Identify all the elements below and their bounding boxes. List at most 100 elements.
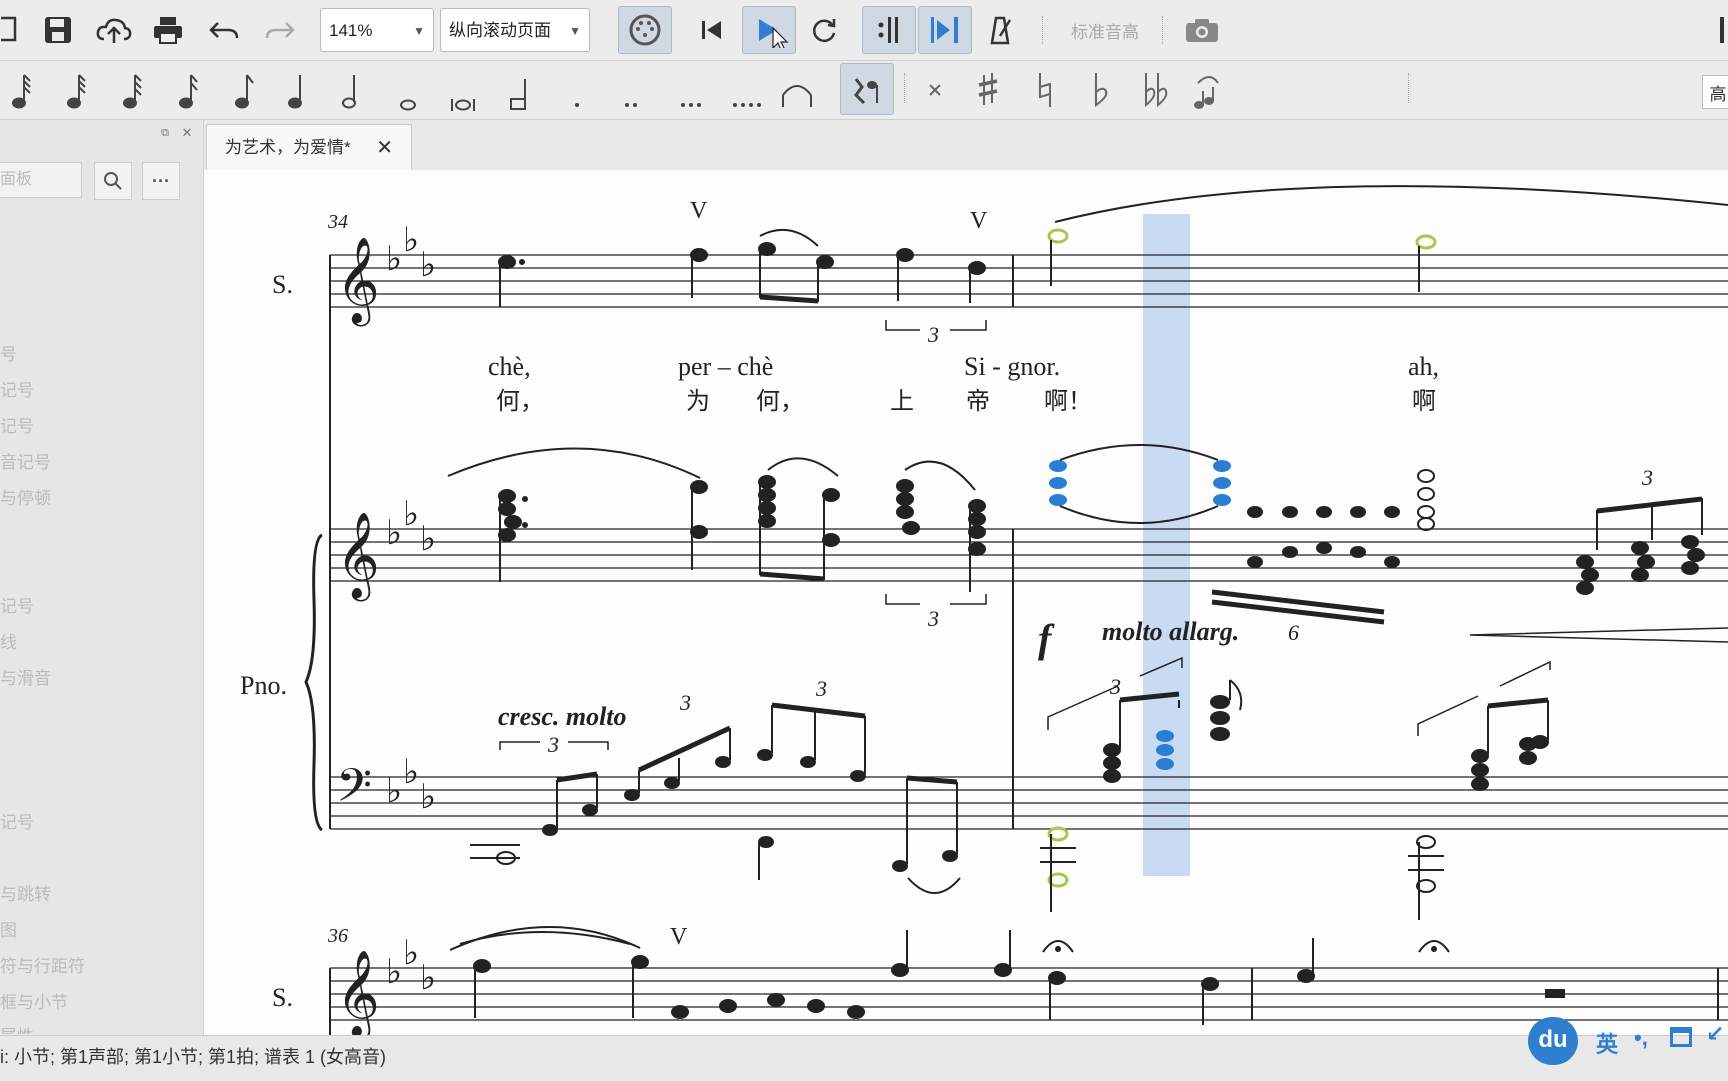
palette-item[interactable]: 属性 bbox=[0, 1022, 34, 1034]
cresc-text: cresc. molto bbox=[498, 702, 627, 731]
tuplet-number: 3 bbox=[1641, 465, 1653, 490]
slur bbox=[907, 877, 961, 894]
breath-mark: V bbox=[970, 208, 988, 234]
whole-note-icon bbox=[400, 99, 416, 111]
note-input-toolbar: 1 2 3 4 高 bbox=[0, 61, 1728, 169]
palette-item[interactable]: 与滑音 bbox=[0, 664, 51, 689]
palette-search-placeholder: 面板 bbox=[0, 171, 33, 188]
svg-text:♭: ♭ bbox=[403, 494, 419, 534]
rest-icon bbox=[854, 78, 878, 105]
rest-button[interactable] bbox=[840, 63, 894, 115]
toolbar-separator bbox=[1408, 73, 1411, 103]
accidentals-palette bbox=[929, 73, 1219, 109]
piano-slurs bbox=[447, 444, 1219, 524]
palette-search-input[interactable]: 面板 bbox=[0, 162, 82, 198]
piano-bass-notes[interactable] bbox=[470, 702, 958, 880]
ghost-notes[interactable] bbox=[1047, 228, 1437, 292]
undock-icon[interactable]: ⧉ bbox=[158, 126, 172, 140]
treble-clef-icon: 𝄞 bbox=[336, 950, 380, 1035]
lyric: 为 bbox=[686, 387, 710, 415]
tuplet-number: 3 bbox=[815, 676, 827, 701]
loop-icon[interactable] bbox=[806, 12, 842, 48]
ime-language[interactable]: 英 bbox=[1596, 1027, 1618, 1059]
score-canvas[interactable]: 𝄞 𝄞 𝄢 ♭ ♭ ♭ ♭ ♭ ♭ ♭ ♭ ♭ S. Pno. 34 V V 3… bbox=[204, 170, 1728, 1035]
repeat-playback-button[interactable] bbox=[862, 6, 916, 54]
repeat-icon bbox=[878, 17, 898, 43]
piano-run[interactable] bbox=[1211, 469, 1705, 625]
svg-text:♭: ♭ bbox=[420, 519, 436, 559]
rewind-icon[interactable] bbox=[694, 12, 730, 48]
status-text: i: 小节; 第1声部; 第1小节; 第1拍; 谱表 1 (女高音) bbox=[0, 1047, 387, 1067]
palette-item[interactable]: 与停顿 bbox=[0, 484, 51, 509]
palette-item[interactable]: 音记号 bbox=[0, 448, 51, 473]
128th-note-icon bbox=[12, 74, 31, 109]
longa-icon bbox=[510, 79, 526, 110]
selected-bass-chord[interactable] bbox=[1156, 730, 1174, 770]
key-signature: ♭ ♭♭ bbox=[386, 933, 436, 998]
palette-item[interactable]: 记号 bbox=[0, 808, 34, 833]
tuplet-number: 6 bbox=[1288, 620, 1299, 645]
metronome-icon[interactable] bbox=[982, 12, 1018, 48]
quadruple-dot-icon bbox=[733, 103, 761, 107]
16th-note-icon bbox=[179, 74, 198, 109]
svg-text:♭: ♭ bbox=[386, 952, 402, 992]
soprano-notes-system-2[interactable] bbox=[473, 930, 1565, 1025]
treble-clef-icon: 𝄞 bbox=[336, 512, 380, 602]
save-icon[interactable] bbox=[40, 12, 76, 48]
search-icon bbox=[104, 172, 122, 190]
palette-item[interactable]: 记号 bbox=[0, 592, 34, 617]
triple-dot-icon bbox=[681, 103, 701, 107]
cloud-upload-icon[interactable] bbox=[94, 12, 134, 48]
svg-text:♭: ♭ bbox=[403, 752, 419, 792]
more-toolbar-button[interactable]: 高 bbox=[1702, 75, 1728, 109]
breve-icon bbox=[451, 99, 475, 111]
double-flat-icon bbox=[1145, 73, 1168, 108]
pan-score-button[interactable] bbox=[918, 6, 972, 54]
tab-score[interactable]: 为艺术，为爱情* ✕ bbox=[206, 124, 412, 170]
new-file-icon[interactable] bbox=[0, 14, 20, 44]
eighth-note-icon bbox=[235, 74, 254, 109]
undo-icon[interactable] bbox=[206, 12, 242, 48]
settings-icon[interactable]: ↙ bbox=[1706, 1021, 1724, 1047]
toolbar-overflow[interactable] bbox=[1718, 14, 1728, 46]
zoom-select[interactable]: 141% ▼ bbox=[320, 8, 434, 52]
soprano-notes[interactable] bbox=[498, 242, 986, 307]
concert-pitch-toggle[interactable]: 标准音高 bbox=[1060, 14, 1150, 46]
palette-item[interactable]: 与跳转 bbox=[0, 880, 51, 905]
keyboard-icon[interactable] bbox=[1670, 1027, 1692, 1047]
32nd-note-icon bbox=[123, 74, 142, 109]
redo-icon[interactable] bbox=[262, 12, 298, 48]
ime-logo[interactable]: du bbox=[1528, 1017, 1578, 1065]
palette-item[interactable]: 图 bbox=[0, 916, 17, 941]
score-view[interactable]: 𝄞 𝄞 𝄢 ♭ ♭♭ ♭ ♭♭ ♭ ♭♭ S. Pno. 34 V V 3 ch… bbox=[204, 170, 1728, 1035]
close-panel-icon[interactable]: ✕ bbox=[180, 125, 194, 140]
palette-item[interactable]: 记号 bbox=[0, 376, 34, 401]
toolbar-separator bbox=[1162, 16, 1165, 44]
midi-input-button[interactable] bbox=[618, 6, 672, 54]
chevron-down-icon: ▼ bbox=[569, 24, 581, 38]
search-button[interactable] bbox=[94, 162, 132, 200]
half-note-icon bbox=[342, 75, 356, 109]
palette-item[interactable]: 符与行距符 bbox=[0, 952, 85, 977]
play-icon bbox=[759, 19, 789, 48]
ime-toolbar[interactable]: du 英 •, ↙ bbox=[1528, 1017, 1728, 1065]
bass-half-notes[interactable] bbox=[1040, 834, 1444, 920]
piano-treble-notes[interactable] bbox=[498, 475, 986, 592]
play-button[interactable] bbox=[742, 6, 796, 54]
print-icon[interactable] bbox=[150, 12, 186, 48]
palette-item[interactable]: 线 bbox=[0, 628, 17, 653]
status-bar: i: 小节; 第1声部; 第1小节; 第1拍; 谱表 1 (女高音) bbox=[0, 1035, 1728, 1081]
palette-item[interactable]: 记号 bbox=[0, 412, 34, 437]
punctuation-icon[interactable]: •, bbox=[1634, 1025, 1648, 1051]
palette-item[interactable]: 框与小节 bbox=[0, 988, 68, 1013]
piano-brace bbox=[304, 533, 324, 832]
camera-icon[interactable] bbox=[1182, 14, 1222, 46]
palette-item[interactable]: 号 bbox=[0, 340, 17, 365]
piano-label: Pno. bbox=[240, 671, 287, 700]
toolbar-separator bbox=[904, 73, 907, 103]
more-options-button[interactable]: ··· bbox=[142, 162, 180, 200]
view-mode-select[interactable]: 纵向滚动页面 ▼ bbox=[440, 8, 590, 52]
selected-chord[interactable] bbox=[1049, 460, 1231, 506]
close-tab-icon[interactable]: ✕ bbox=[376, 125, 393, 171]
lyric: ah, bbox=[1408, 352, 1439, 381]
